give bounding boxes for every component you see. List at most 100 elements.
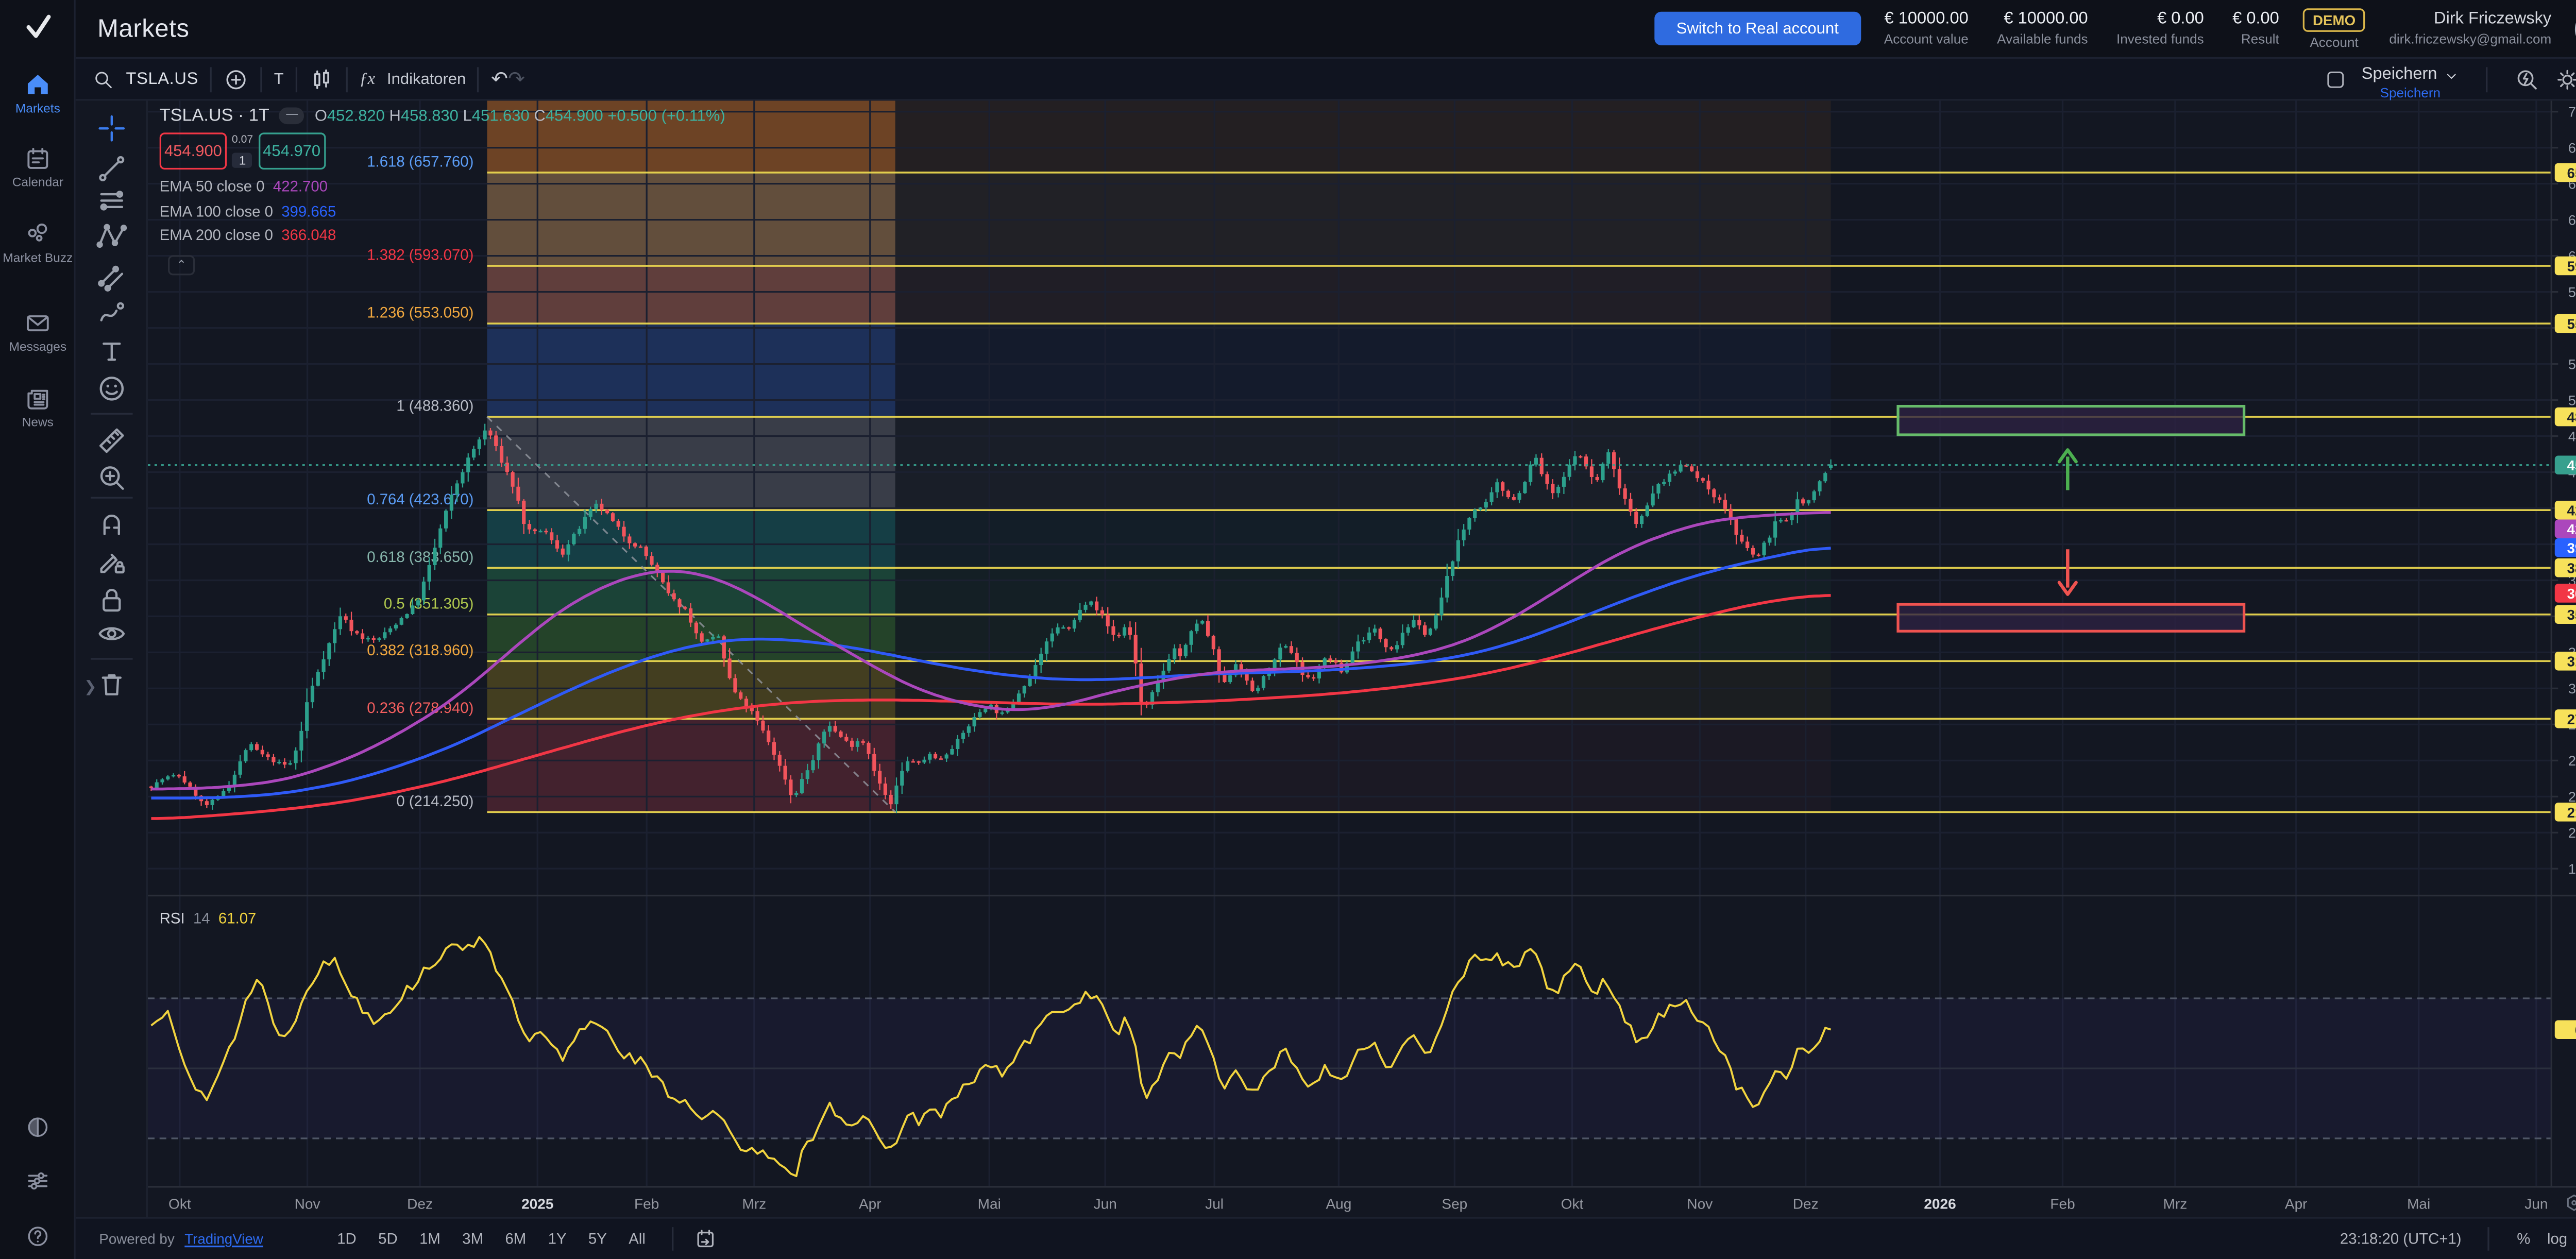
- chart-type-candles-icon[interactable]: [309, 66, 334, 92]
- svg-text:225.000: 225.000: [2568, 789, 2576, 805]
- draw-tool-crosshair-icon[interactable]: [96, 112, 128, 144]
- search-icon[interactable]: [92, 68, 114, 90]
- svg-text:475.000: 475.000: [2568, 429, 2576, 444]
- svg-text:553.050: 553.050: [2567, 316, 2576, 332]
- ema-legend-100[interactable]: EMA 100 close 0399.665: [160, 202, 336, 219]
- powered-by-text: Powered by: [99, 1231, 174, 1248]
- sidebar-item-messages[interactable]: Messages: [0, 309, 76, 355]
- contrast-icon[interactable]: [0, 1115, 76, 1140]
- svg-text:Jul: Jul: [1205, 1196, 1224, 1212]
- user-block[interactable]: Dirk Friczewsky dirk.friczewsky@gmail.co…: [2389, 10, 2551, 47]
- svg-text:399.665: 399.665: [2567, 540, 2576, 556]
- compare-add-icon[interactable]: [224, 66, 249, 92]
- legend-collapse-button[interactable]: ⌃: [168, 255, 195, 275]
- svg-text:Feb: Feb: [634, 1196, 659, 1212]
- draw-tool-trash-icon[interactable]: [96, 668, 128, 700]
- sliders-icon[interactable]: [0, 1168, 76, 1194]
- svg-text:250.000: 250.000: [2568, 753, 2576, 769]
- svg-text:351.305: 351.305: [2567, 607, 2576, 623]
- sell-button[interactable]: 454.900: [160, 132, 227, 169]
- svg-text:318.960: 318.960: [2567, 654, 2576, 670]
- fx-icon: ƒx: [359, 70, 375, 88]
- draw-tool-smiley-icon[interactable]: [96, 373, 128, 405]
- draw-tool-textT-icon[interactable]: [96, 336, 128, 368]
- range-button-1y[interactable]: 1Y: [541, 1227, 573, 1251]
- svg-text:0.5 (351.305): 0.5 (351.305): [384, 595, 474, 612]
- legend-symbol: TSLA.US · 1T: [160, 106, 269, 126]
- panel-expand-chevron-icon[interactable]: ❯: [84, 678, 97, 697]
- legend-menu-icon[interactable]: —: [279, 107, 304, 125]
- chart-toolbar: TSLA.US T ƒx Indikatoren ↶ ↷ Speichern S…: [76, 59, 2576, 100]
- main-column: Markets Switch to Real account € 10000.0…: [76, 0, 2576, 1259]
- time-axis-settings-icon[interactable]: [2563, 1192, 2576, 1214]
- range-button-6m[interactable]: 6M: [498, 1227, 533, 1251]
- draw-tool-editlock-icon[interactable]: [96, 546, 128, 577]
- page-title: Markets: [97, 14, 189, 43]
- stat-result: € 0.00Result: [2232, 10, 2279, 47]
- range-button-3m[interactable]: 3M: [455, 1227, 490, 1251]
- draw-tool-xabcd-icon[interactable]: [96, 220, 128, 252]
- svg-text:Apr: Apr: [2285, 1196, 2308, 1212]
- indicators-button[interactable]: ƒx Indikatoren: [359, 70, 466, 88]
- range-button-all[interactable]: All: [622, 1227, 652, 1251]
- svg-text:454.900: 454.900: [2567, 457, 2576, 473]
- svg-text:1.618 (657.760): 1.618 (657.760): [367, 154, 473, 171]
- legend-ohlc: O452.820 H458.830 L451.630 C454.900 +0.5…: [315, 107, 725, 125]
- tradingview-link[interactable]: TradingView: [184, 1231, 263, 1248]
- draw-tool-eye-icon[interactable]: [96, 618, 128, 650]
- envelope-icon: [24, 309, 52, 337]
- switch-to-real-account-button[interactable]: Switch to Real account: [1654, 12, 1860, 45]
- sidebar-item-news[interactable]: News: [0, 384, 76, 431]
- svg-text:700.000: 700.000: [2568, 104, 2576, 120]
- go-to-date-icon[interactable]: [694, 1227, 718, 1251]
- svg-text:Apr: Apr: [859, 1196, 882, 1212]
- draw-tool-magnet-icon[interactable]: [96, 507, 128, 539]
- log-scale-button[interactable]: log: [2547, 1231, 2567, 1248]
- draw-tool-lock-icon[interactable]: [96, 584, 128, 616]
- svg-text:0 (214.250): 0 (214.250): [396, 793, 473, 810]
- save-button[interactable]: Speichern Speichern: [2362, 67, 2459, 100]
- svg-text:Okt: Okt: [168, 1196, 191, 1212]
- sidebar-item-market-buzz[interactable]: Market Buzz: [0, 220, 76, 266]
- help-icon[interactable]: [0, 1224, 76, 1249]
- interval-button[interactable]: T: [274, 70, 284, 88]
- layout-checkbox-icon[interactable]: [2325, 68, 2346, 90]
- range-button-5d[interactable]: 5D: [371, 1227, 404, 1251]
- symbol-search-button[interactable]: TSLA.US: [126, 70, 198, 88]
- svg-text:214.250: 214.250: [2567, 805, 2576, 821]
- draw-tool-trend-icon[interactable]: [96, 152, 128, 184]
- brand-logo-check-icon: [0, 10, 76, 44]
- draw-tool-projection-icon[interactable]: [96, 261, 128, 293]
- draw-tool-zoomin-icon[interactable]: [96, 461, 128, 493]
- svg-text:525.000: 525.000: [2568, 356, 2576, 372]
- svg-text:0.382 (318.960): 0.382 (318.960): [367, 642, 473, 659]
- gear-icon[interactable]: [2555, 66, 2576, 92]
- price-chart[interactable]: 1.618 (657.760)1.382 (593.070)1.236 (553…: [148, 101, 2576, 1217]
- svg-text:575.000: 575.000: [2568, 284, 2576, 300]
- quantity-value[interactable]: 1: [232, 153, 253, 168]
- sidebar-item-calendar[interactable]: Calendar: [0, 144, 76, 191]
- redo-button[interactable]: ↷: [508, 69, 525, 89]
- draw-tool-ruler-icon[interactable]: [96, 424, 128, 456]
- range-button-1d[interactable]: 1D: [330, 1227, 363, 1251]
- bottom-bar: Powered by TradingView 1D 5D 1M 3M 6M 1Y 5Y All…: [76, 1217, 2576, 1259]
- chart-area[interactable]: 1.618 (657.760)1.382 (593.070)1.236 (553…: [148, 101, 2576, 1217]
- range-button-5y[interactable]: 5Y: [582, 1227, 614, 1251]
- ema-legend-50[interactable]: EMA 50 close 0422.700: [160, 178, 328, 195]
- svg-text:Aug: Aug: [1326, 1196, 1351, 1212]
- quick-search-icon[interactable]: [2515, 66, 2540, 92]
- undo-button[interactable]: ↶: [491, 69, 508, 89]
- buy-button[interactable]: 454.970: [258, 132, 325, 169]
- chart-legend[interactable]: TSLA.US · 1T — O452.820 H458.830 L451.63…: [160, 106, 725, 126]
- draw-tool-brush-icon[interactable]: [96, 296, 128, 328]
- draw-tool-multiline-icon[interactable]: [96, 185, 128, 217]
- sidebar-item-markets[interactable]: Markets: [0, 71, 76, 117]
- app: Markets Calendar Market Buzz Messages News M…: [0, 0, 2576, 1259]
- ema-legend-200[interactable]: EMA 200 close 0366.048: [160, 227, 336, 244]
- bid-ask-widget[interactable]: 454.900 0.07 1 454.970: [160, 132, 326, 169]
- svg-text:2026: 2026: [1924, 1196, 1956, 1212]
- percent-scale-button[interactable]: %: [2517, 1231, 2530, 1248]
- svg-text:Okt: Okt: [1561, 1196, 1584, 1212]
- range-button-1m[interactable]: 1M: [413, 1227, 447, 1251]
- news-icon: [24, 384, 52, 413]
